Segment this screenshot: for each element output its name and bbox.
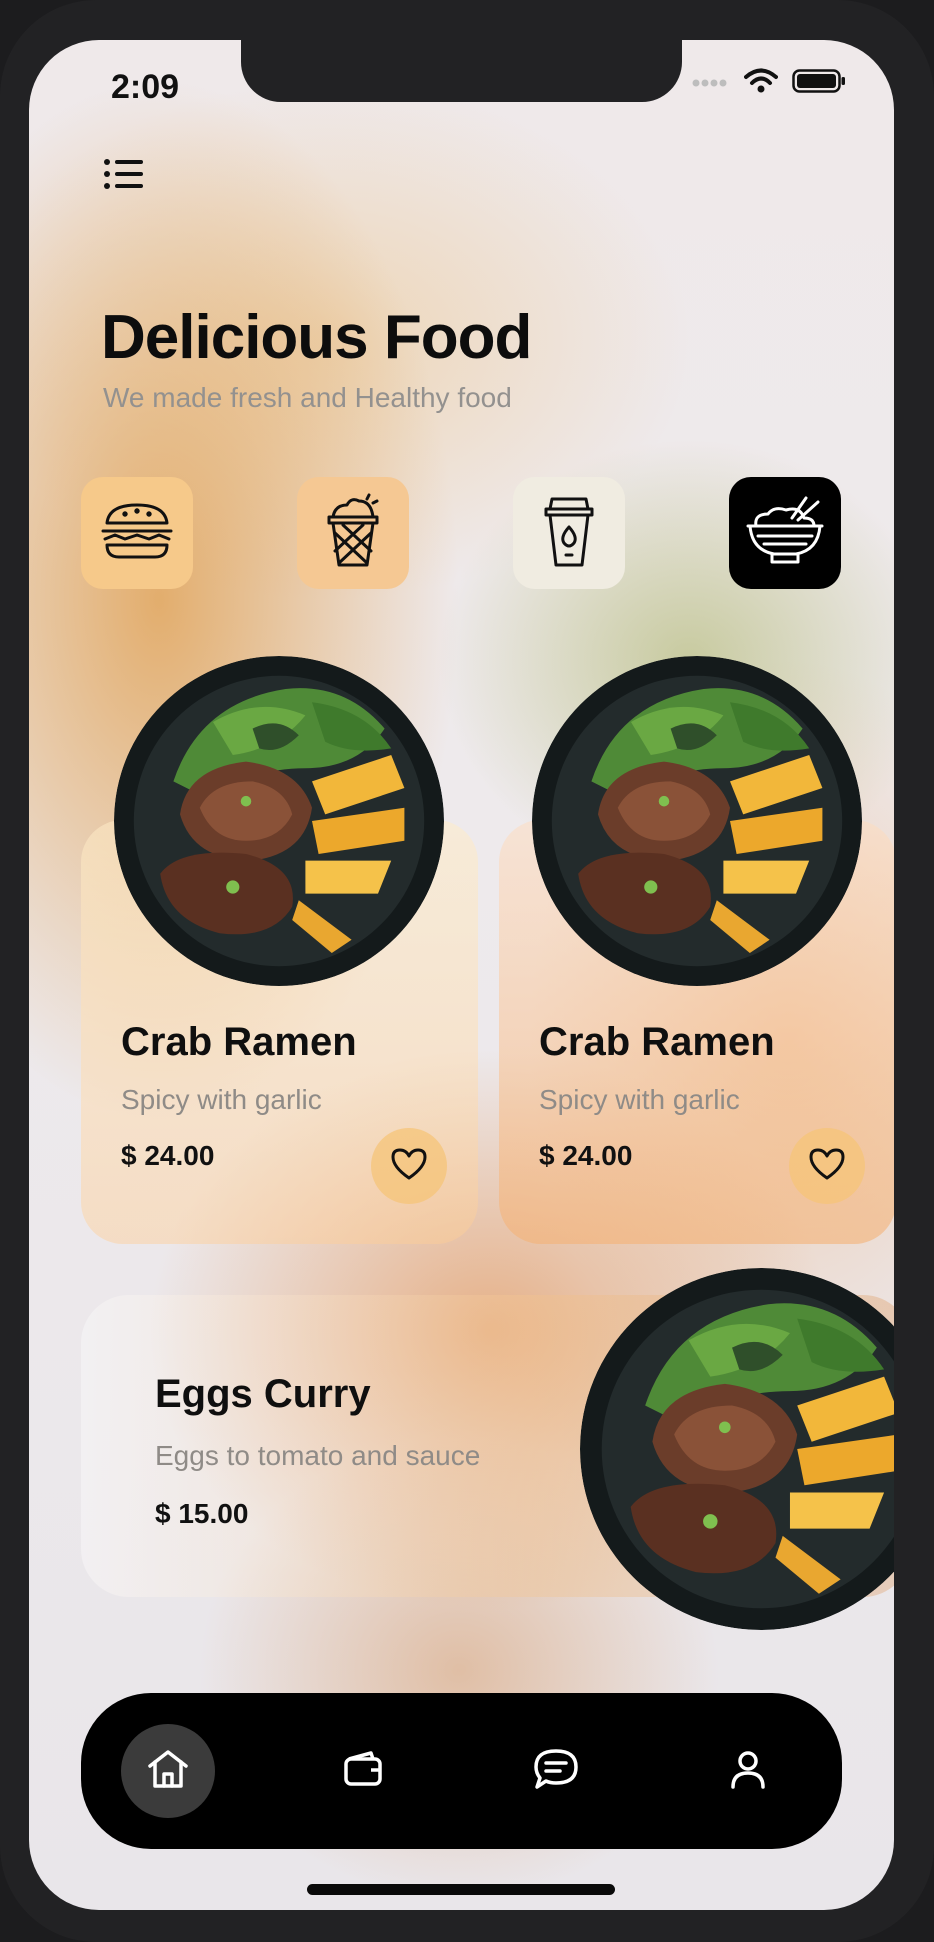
phone-frame: 2:09 Delicious Food We made fresh and He… xyxy=(0,0,934,1942)
food-card-description: Spicy with garlic xyxy=(539,1084,740,1115)
food-card-title: Crab Ramen xyxy=(539,1020,775,1064)
wallet-icon xyxy=(343,1750,383,1792)
rice-bowl-chopsticks-icon xyxy=(744,496,826,571)
device-notch xyxy=(241,40,682,102)
favorite-button[interactable] xyxy=(789,1128,865,1204)
nav-messages[interactable] xyxy=(509,1724,603,1818)
battery-icon xyxy=(792,69,846,98)
page-title: Delicious Food xyxy=(101,303,532,372)
steak-salad-plate-image xyxy=(532,656,862,986)
home-indicator xyxy=(307,1884,615,1895)
wide-card-description: Eggs to tomato and sauce xyxy=(155,1440,481,1471)
profile-icon xyxy=(729,1749,767,1794)
app-screen: 2:09 Delicious Food We made fresh and He… xyxy=(29,40,894,1910)
coffee-cup-icon xyxy=(542,493,596,574)
status-time: 2:09 xyxy=(111,68,180,106)
category-burger[interactable] xyxy=(81,477,193,589)
food-card-description: Spicy with garlic xyxy=(121,1084,322,1115)
nav-profile[interactable] xyxy=(701,1724,795,1818)
wifi-icon xyxy=(744,68,778,99)
home-icon xyxy=(146,1748,190,1795)
food-card-price: $ 24.00 xyxy=(539,1140,633,1171)
category-drinks[interactable] xyxy=(513,477,625,589)
page-subtitle: We made fresh and Healthy food xyxy=(103,382,512,413)
wide-card-title: Eggs Curry xyxy=(155,1372,371,1416)
status-icons xyxy=(692,68,846,99)
heart-icon xyxy=(808,1147,846,1186)
nav-home[interactable] xyxy=(121,1724,215,1818)
heart-icon xyxy=(390,1147,428,1186)
steak-salad-plate-image xyxy=(114,656,444,986)
chat-bubble-icon xyxy=(532,1747,580,1796)
nav-wallet[interactable] xyxy=(316,1724,410,1818)
category-rice[interactable] xyxy=(729,477,841,589)
list-menu-icon[interactable] xyxy=(103,154,147,194)
food-card-price: $ 24.00 xyxy=(121,1140,215,1171)
burger-icon xyxy=(99,501,175,566)
favorite-button[interactable] xyxy=(371,1128,447,1204)
ice-cream-cup-icon xyxy=(325,493,381,574)
category-dessert[interactable] xyxy=(297,477,409,589)
wide-card-price: $ 15.00 xyxy=(155,1498,249,1529)
food-card-title: Crab Ramen xyxy=(121,1020,357,1064)
cellular-signal-icon xyxy=(692,74,730,93)
bottom-nav-bar xyxy=(81,1693,842,1849)
